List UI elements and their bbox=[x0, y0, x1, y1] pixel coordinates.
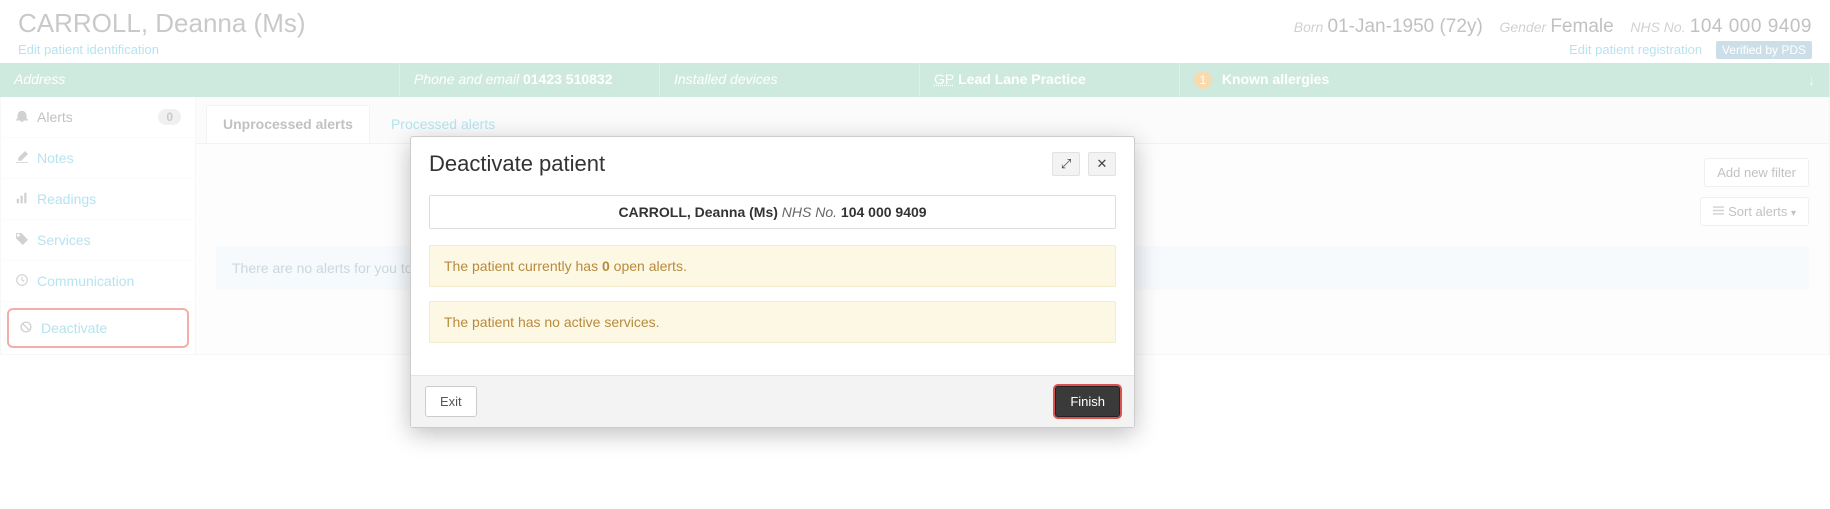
sidebar-item-readings[interactable]: Readings bbox=[1, 179, 195, 220]
tag-icon bbox=[15, 232, 29, 248]
sort-alerts-button[interactable]: Sort alerts ▾ bbox=[1700, 197, 1809, 226]
modal-warning-alerts: The patient currently has 0 open alerts. bbox=[429, 245, 1116, 287]
gender-value: Female bbox=[1550, 16, 1613, 37]
warn1-pre: The patient currently has bbox=[444, 258, 602, 274]
edit-registration-link[interactable]: Edit patient registration bbox=[1569, 42, 1702, 57]
warn1-post: open alerts. bbox=[610, 258, 687, 274]
sidebar-deactivate-label: Deactivate bbox=[41, 320, 107, 336]
sidebar-item-alerts[interactable]: Alerts 0 bbox=[1, 97, 195, 138]
summary-phone[interactable]: Phone and email 01423 510832 bbox=[400, 63, 660, 97]
sidebar-item-notes[interactable]: Notes bbox=[1, 138, 195, 179]
ban-icon bbox=[19, 320, 33, 336]
add-filter-button[interactable]: Add new filter bbox=[1704, 158, 1809, 187]
finish-button[interactable]: Finish bbox=[1055, 386, 1120, 417]
gp-value: Lead Lane Practice bbox=[958, 71, 1086, 87]
close-icon[interactable]: ✕ bbox=[1088, 152, 1116, 176]
allergy-label: Known allergies bbox=[1222, 71, 1329, 87]
phone-label: Phone and email bbox=[414, 71, 519, 87]
modal-title: Deactivate patient bbox=[429, 151, 605, 177]
exit-button[interactable]: Exit bbox=[425, 386, 477, 417]
sidebar-item-deactivate[interactable]: Deactivate bbox=[7, 308, 189, 348]
sort-label: Sort alerts bbox=[1728, 204, 1787, 219]
patient-name: CARROLL, Deanna (Ms) bbox=[18, 8, 306, 39]
expand-icon[interactable]: ⤢ bbox=[1052, 152, 1080, 176]
list-icon bbox=[1713, 204, 1728, 219]
summary-bar: Address Phone and email 01423 510832 Ins… bbox=[0, 63, 1830, 97]
gp-abbr: GP bbox=[934, 71, 954, 87]
caret-down-icon: ▾ bbox=[1791, 208, 1796, 219]
bell-icon bbox=[15, 109, 29, 125]
nhs-value: 104 000 9409 bbox=[1690, 16, 1812, 37]
sidebar-readings-label: Readings bbox=[37, 191, 96, 207]
born-value: 01-Jan-1950 (72y) bbox=[1328, 16, 1483, 37]
clock-icon bbox=[15, 273, 29, 289]
modal-warning-services: The patient has no active services. bbox=[429, 301, 1116, 343]
modal-nhs-label: NHS No. bbox=[782, 204, 837, 220]
sidebar-alerts-label: Alerts bbox=[37, 109, 73, 125]
sidebar: Alerts 0 Notes Readings Servic bbox=[1, 97, 196, 354]
deactivate-modal: Deactivate patient ⤢ ✕ CARROLL, Deanna (… bbox=[410, 136, 1135, 428]
sidebar-notes-label: Notes bbox=[37, 150, 74, 166]
nhs-label: NHS No. bbox=[1630, 19, 1685, 35]
chevron-down-icon[interactable]: ↓ bbox=[1808, 72, 1815, 88]
patient-meta: Born 01-Jan-1950 (72y) Gender Female NHS… bbox=[1294, 16, 1812, 38]
verified-badge: Verified by PDS bbox=[1716, 41, 1812, 59]
born-label: Born bbox=[1294, 19, 1324, 35]
sidebar-item-services[interactable]: Services bbox=[1, 220, 195, 261]
sidebar-services-label: Services bbox=[37, 232, 91, 248]
tab-unprocessed[interactable]: Unprocessed alerts bbox=[206, 105, 370, 143]
sidebar-item-communication[interactable]: Communication bbox=[1, 261, 195, 302]
alerts-count-badge: 0 bbox=[158, 109, 181, 125]
bars-icon bbox=[15, 191, 29, 207]
edit-identification-link[interactable]: Edit patient identification bbox=[18, 42, 159, 57]
modal-patient-name: CARROLL, Deanna (Ms) bbox=[618, 204, 777, 220]
summary-address[interactable]: Address bbox=[0, 63, 400, 97]
modal-nhs-value: 104 000 9409 bbox=[841, 204, 927, 220]
allergy-count-badge: 1 bbox=[1194, 71, 1212, 89]
summary-devices[interactable]: Installed devices bbox=[660, 63, 920, 97]
modal-patient-box: CARROLL, Deanna (Ms) NHS No. 104 000 940… bbox=[429, 195, 1116, 229]
warn1-bold: 0 bbox=[602, 258, 610, 274]
summary-gp[interactable]: GP Lead Lane Practice bbox=[920, 63, 1180, 97]
summary-allergies[interactable]: 1 Known allergies ↓ bbox=[1180, 63, 1830, 97]
gender-label: Gender bbox=[1499, 19, 1546, 35]
sidebar-communication-label: Communication bbox=[37, 273, 134, 289]
phone-value: 01423 510832 bbox=[523, 71, 613, 87]
edit-icon bbox=[15, 150, 29, 166]
